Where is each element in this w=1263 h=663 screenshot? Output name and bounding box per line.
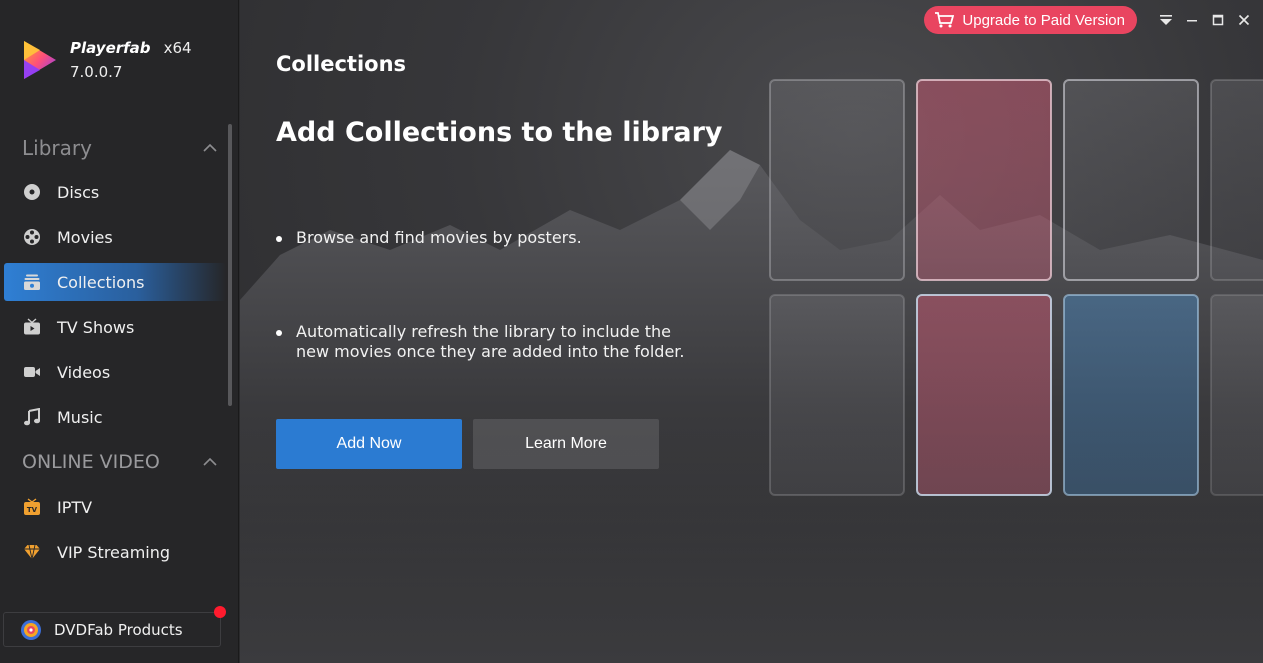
library-section-header[interactable]: Library bbox=[22, 136, 217, 160]
app-arch: x64 bbox=[163, 39, 192, 57]
main-content: Upgrade to Paid Version Collections Add … bbox=[240, 0, 1263, 663]
diamond-icon bbox=[22, 542, 42, 562]
feature-bullet: Automatically refresh the library to inc… bbox=[276, 322, 684, 362]
close-icon bbox=[1238, 14, 1250, 26]
upgrade-label: Upgrade to Paid Version bbox=[962, 11, 1125, 29]
disc-icon bbox=[22, 182, 42, 202]
dvdfab-products-label: DVDFab Products bbox=[54, 620, 183, 639]
collections-icon bbox=[22, 272, 42, 292]
upgrade-button[interactable]: Upgrade to Paid Version bbox=[924, 6, 1137, 34]
minimize-icon bbox=[1187, 20, 1197, 22]
chevron-up-icon[interactable] bbox=[203, 143, 217, 153]
notification-dot bbox=[214, 606, 226, 618]
video-camera-icon bbox=[22, 362, 42, 382]
minimize-button[interactable] bbox=[1179, 7, 1205, 33]
bullet-dot bbox=[276, 236, 282, 242]
title-bar: Upgrade to Paid Version bbox=[924, 0, 1263, 40]
music-note-icon bbox=[22, 407, 42, 427]
app-version: 7.0.0.7 bbox=[70, 63, 123, 81]
close-button[interactable] bbox=[1231, 7, 1257, 33]
bullet-line: new movies once they are added into the … bbox=[296, 342, 685, 361]
film-reel-icon bbox=[22, 227, 42, 247]
sidebar-item-label: Music bbox=[57, 407, 103, 427]
sidebar-item-movies[interactable]: Movies bbox=[4, 218, 226, 256]
headline: Add Collections to the library bbox=[276, 117, 723, 148]
sidebar-item-tv-shows[interactable]: TV Shows bbox=[4, 308, 226, 346]
add-now-button[interactable]: Add Now bbox=[276, 419, 462, 469]
dropdown-menu-icon bbox=[1160, 15, 1172, 25]
online-video-section-header[interactable]: ONLINE VIDEO bbox=[22, 451, 217, 473]
bullet-line: Automatically refresh the library to inc… bbox=[296, 322, 672, 341]
sidebar-item-videos[interactable]: Videos bbox=[4, 353, 226, 391]
sidebar-item-label: VIP Streaming bbox=[57, 542, 171, 562]
shopping-cart-icon bbox=[935, 12, 955, 28]
dvdfab-logo-icon bbox=[21, 619, 41, 640]
sidebar-item-label: IPTV bbox=[57, 497, 93, 517]
bullet-text: Automatically refresh the library to inc… bbox=[296, 322, 684, 362]
maximize-icon bbox=[1212, 14, 1224, 26]
learn-more-button[interactable]: Learn More bbox=[473, 419, 659, 469]
brand: Playerfab x64 7.0.0.7 bbox=[20, 38, 192, 82]
svg-text:TV: TV bbox=[27, 506, 38, 514]
sidebar-item-label: Collections bbox=[57, 272, 145, 292]
sidebar-item-label: Videos bbox=[57, 362, 111, 382]
online-video-title: ONLINE VIDEO bbox=[22, 451, 160, 473]
sidebar-item-vip-streaming[interactable]: VIP Streaming bbox=[4, 533, 226, 571]
app-name: Playerfab bbox=[70, 39, 151, 57]
page-title: Collections bbox=[276, 52, 407, 76]
menu-dropdown-button[interactable] bbox=[1153, 7, 1179, 33]
dvdfab-products-button[interactable]: DVDFab Products bbox=[3, 606, 226, 647]
sidebar-item-label: Discs bbox=[57, 182, 100, 202]
sidebar-item-iptv[interactable]: TV IPTV bbox=[4, 488, 226, 526]
sidebar-item-label: Movies bbox=[57, 227, 113, 247]
chevron-up-icon[interactable] bbox=[203, 457, 217, 467]
library-title: Library bbox=[22, 136, 92, 160]
bullet-text: Browse and find movies by posters. bbox=[296, 228, 582, 247]
iptv-icon: TV bbox=[22, 497, 42, 517]
playerfab-logo-icon bbox=[24, 41, 56, 79]
sidebar-item-music[interactable]: Music bbox=[4, 398, 226, 436]
bullet-dot bbox=[276, 330, 282, 336]
sidebar-scrollbar[interactable] bbox=[228, 124, 232, 406]
feature-bullet: Browse and find movies by posters. bbox=[276, 228, 582, 248]
sidebar: Playerfab x64 7.0.0.7 Library Discs Movi… bbox=[0, 0, 239, 663]
maximize-button[interactable] bbox=[1205, 7, 1231, 33]
app-window: Playerfab x64 7.0.0.7 Library Discs Movi… bbox=[0, 0, 1263, 663]
sidebar-item-discs[interactable]: Discs bbox=[4, 173, 226, 211]
sidebar-item-collections[interactable]: Collections bbox=[4, 263, 226, 301]
tv-icon bbox=[22, 317, 42, 337]
sidebar-item-label: TV Shows bbox=[57, 317, 135, 337]
